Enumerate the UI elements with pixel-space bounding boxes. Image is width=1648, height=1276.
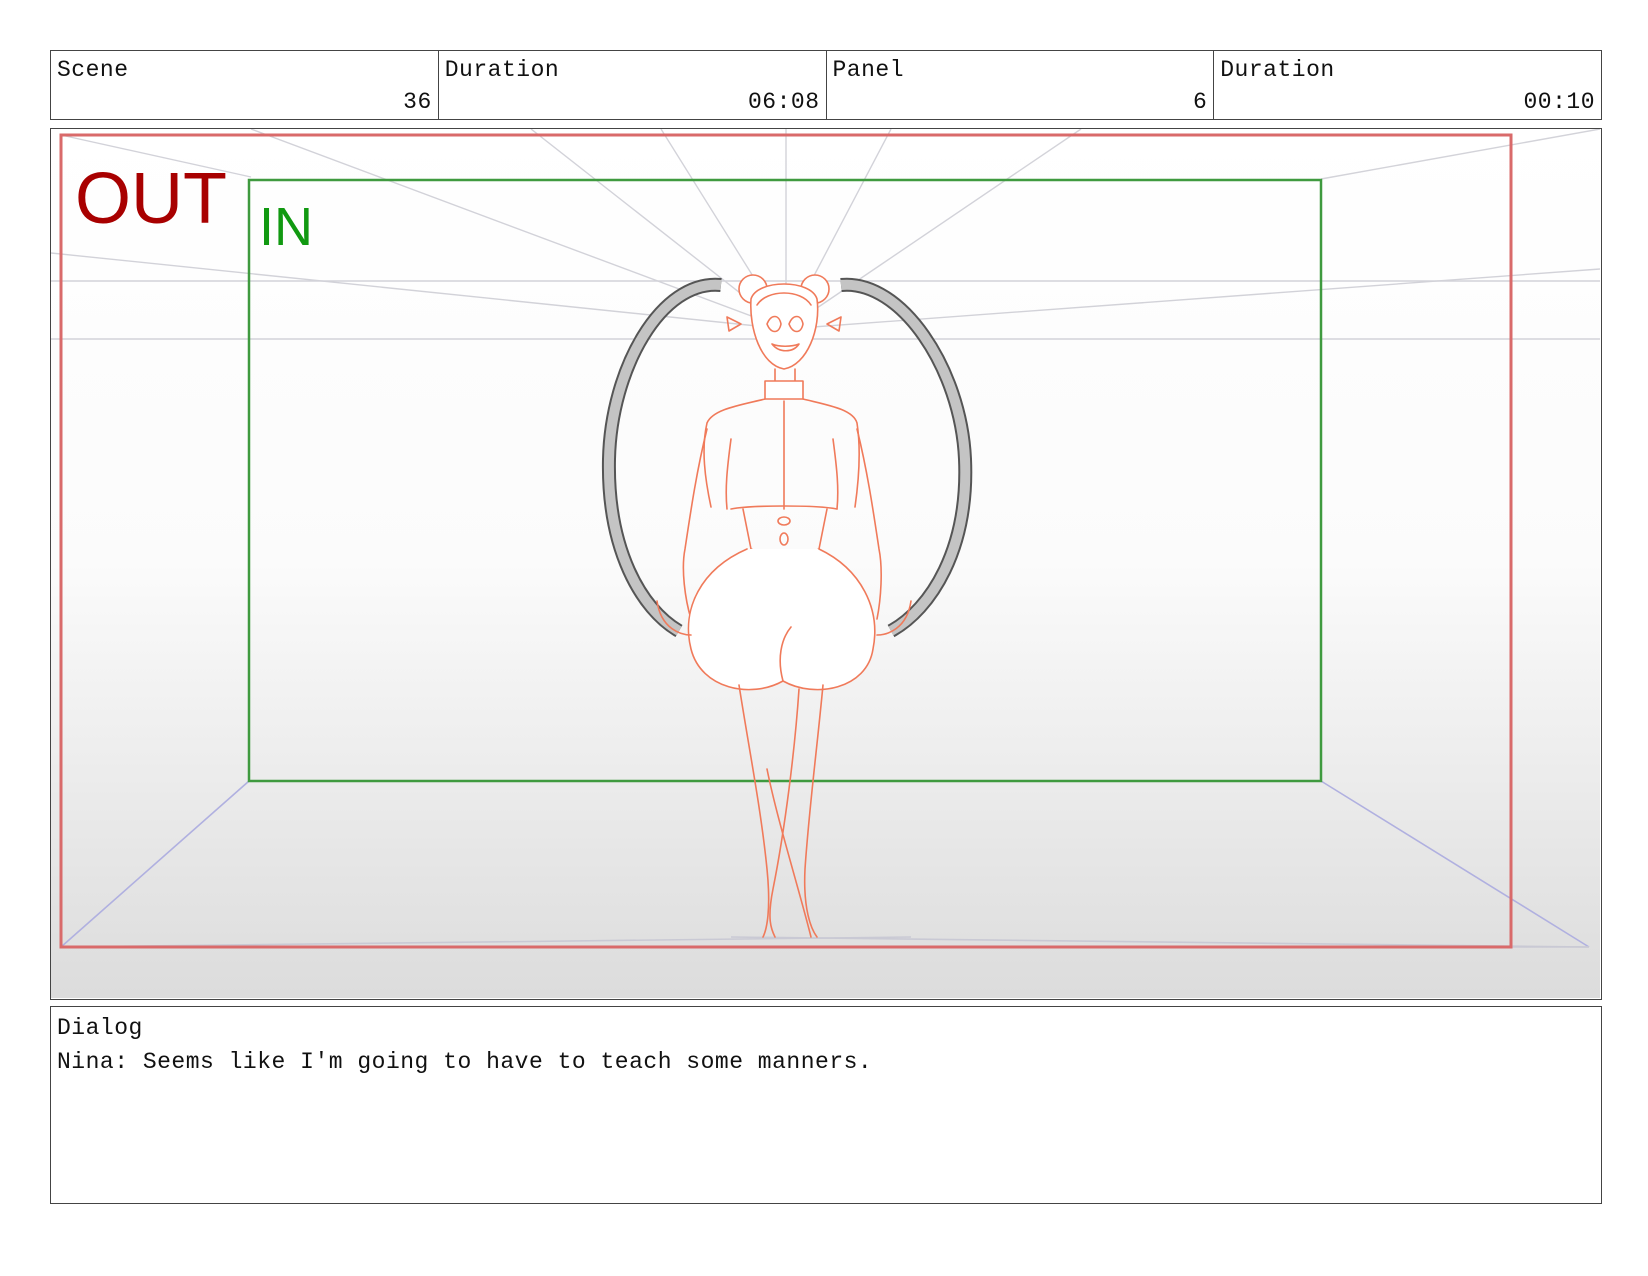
dialog-box: Dialog Nina: Seems like I'm going to hav… bbox=[50, 1006, 1602, 1204]
out-frame-label: OUT bbox=[75, 159, 227, 239]
scene-duration-label: Duration bbox=[444, 57, 560, 83]
panel-duration-cell: Duration 00:10 bbox=[1214, 51, 1601, 119]
scene-label: Scene bbox=[57, 57, 129, 83]
in-frame-label: IN bbox=[259, 197, 313, 257]
scene-cell: Scene 36 bbox=[51, 51, 439, 119]
panel-number: 6 bbox=[1192, 89, 1208, 115]
storyboard-panel-image: OUT IN bbox=[50, 128, 1602, 1000]
panel-label: Panel bbox=[832, 57, 905, 83]
dialog-text: Nina: Seems like I'm going to have to te… bbox=[57, 1049, 873, 1075]
scene-number: 36 bbox=[403, 89, 432, 115]
panel-drawing: OUT IN bbox=[51, 129, 1600, 998]
panel-header: Scene 36 Duration 06:08 Panel 6 Duration… bbox=[50, 50, 1602, 120]
scene-duration-value: 06:08 bbox=[747, 89, 820, 115]
dialog-label: Dialog bbox=[57, 1015, 143, 1041]
panel-duration-label: Duration bbox=[1220, 57, 1335, 83]
panel-cell: Panel 6 bbox=[827, 51, 1215, 119]
panel-duration-value: 00:10 bbox=[1523, 89, 1595, 115]
scene-duration-cell: Duration 06:08 bbox=[439, 51, 827, 119]
